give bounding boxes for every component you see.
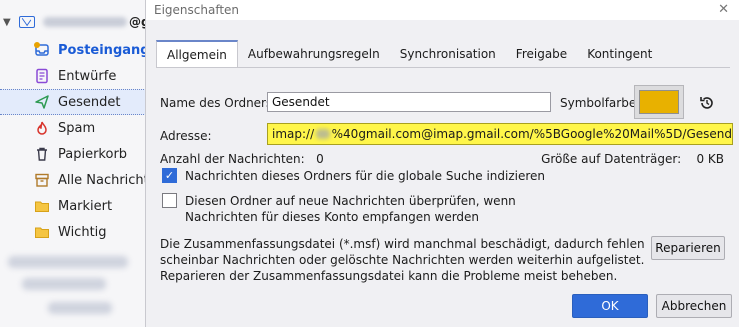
second-account-redacted [0,248,152,327]
folder-drafts[interactable]: Entwürfe [0,63,152,89]
account-row[interactable]: ▼ @g [0,10,152,34]
folder-label: Papierkorb [58,146,128,162]
message-count-value: 0 [316,152,324,166]
icon-color-label: Symbolfarbe: [560,96,641,110]
tab-synchronization[interactable]: Synchronisation [390,40,506,68]
folder-label: Entwürfe [58,68,117,84]
close-icon[interactable]: ✕ [718,2,729,17]
disk-size-label: Größe auf Datenträger: [541,152,682,166]
folder-all-messages[interactable]: Alle Nachrichten [0,167,165,193]
summary-file-description: Die Zusammenfassungsdatei (*.msf) wird m… [160,237,645,283]
ok-button[interactable]: OK [572,294,648,318]
redacted-row [22,278,106,290]
global-search-label: Nachrichten dieses Ordners für die globa… [185,169,546,183]
disk-size-value: 0 KB [696,152,724,166]
address-field[interactable]: imap:// %40gmail.com@imap.gmail.com/%5BG… [267,123,733,145]
cancel-button[interactable]: Abbrechen [656,294,732,318]
folder-label: Wichtig [58,224,107,240]
message-count-label: Anzahl der Nachrichten: [160,152,305,166]
disk-size: Größe auf Datenträger: 0 KB [541,152,724,166]
address-label: Adresse: [160,129,212,143]
trash-icon [34,146,50,162]
dialog-title: Eigenschaften [154,3,240,17]
address-suffix: %40gmail.com@imap.gmail.com/%5BGoogle%20… [331,127,732,141]
inbox-icon [34,42,50,58]
folder-label: Spam [58,120,96,136]
global-search-option[interactable]: ✓ Nachrichten dieses Ordners für die glo… [162,168,545,184]
chevron-down-icon[interactable]: ▼ [3,17,17,28]
folder-icon [34,224,50,240]
check-new-messages-label: Diesen Ordner auf neue Nachrichten überp… [185,194,516,224]
redacted-row [8,256,128,268]
folder-icon [34,198,50,214]
check-new-messages-option[interactable]: Diesen Ordner auf neue Nachrichten überp… [162,193,555,225]
folder-label: Markiert [58,198,113,214]
icon-color-swatch [639,90,679,114]
tab-quota[interactable]: Kontingent [577,40,662,68]
global-search-checkbox[interactable]: ✓ [162,168,177,183]
sent-icon [34,94,50,110]
tab-panel-general: Name des Ordners: Symbolfarbe: Adresse: … [156,67,733,286]
icon-color-button[interactable] [634,85,684,119]
properties-dialog: Eigenschaften ✕ Allgemein Aufbewahrungsr… [145,0,739,327]
folder-name-input[interactable] [267,92,551,112]
tab-sharing[interactable]: Freigabe [506,40,577,68]
folder-name-label: Name des Ordners: [160,96,277,110]
archive-icon [34,172,50,188]
folder-sent[interactable]: Gesendet [0,89,152,115]
redacted-row [48,302,112,314]
message-count: Anzahl der Nachrichten: 0 [160,152,324,166]
folder-important[interactable]: Wichtig [0,219,152,245]
folder-trash[interactable]: Papierkorb [0,141,152,167]
tab-bar: Allgemein Aufbewahrungsregeln Synchronis… [156,40,662,68]
spam-icon [34,120,50,136]
account-name-redacted [43,17,127,27]
drafts-icon [34,68,50,84]
folder-label: Gesendet [58,94,121,110]
address-prefix: imap:// [272,127,315,141]
repair-button[interactable]: Reparieren [651,236,725,260]
folder-spam[interactable]: Spam [0,115,152,141]
tab-retention[interactable]: Aufbewahrungsregeln [238,40,390,68]
reset-color-icon[interactable] [696,92,718,114]
folder-starred[interactable]: Markiert [0,193,152,219]
folder-pane: ▼ @g Posteingang Entwürfe Gesendet Spam … [0,0,165,327]
tab-general[interactable]: Allgemein [156,40,238,68]
folder-inbox[interactable]: Posteingang [0,37,152,63]
address-redacted [316,129,330,139]
mail-account-icon [19,16,35,28]
check-new-messages-checkbox[interactable] [162,193,177,208]
folder-label: Posteingang [58,42,150,58]
dialog-titlebar: Eigenschaften [146,0,739,20]
